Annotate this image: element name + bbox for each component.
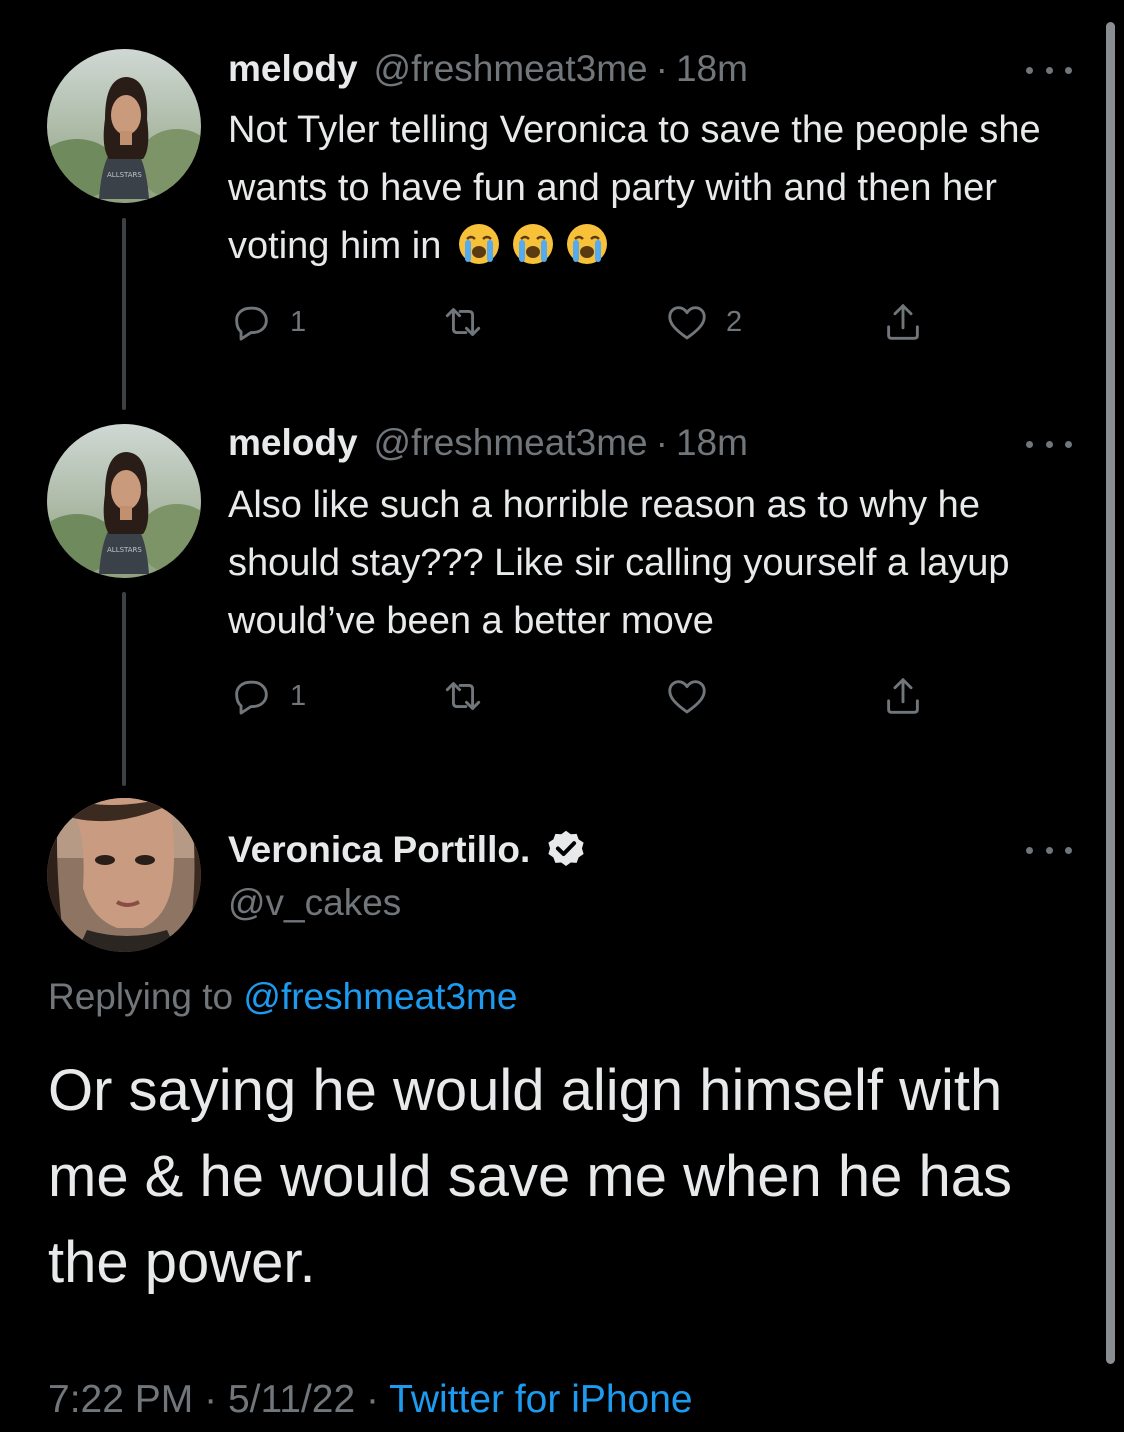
timestamp[interactable]: 18m — [676, 48, 748, 90]
tweet-text-content: Not Tyler telling Veronica to save the p… — [228, 109, 1041, 267]
timestamp[interactable]: 18m — [676, 422, 748, 464]
avatar[interactable]: ALLSTARS — [47, 424, 201, 578]
display-name[interactable]: melody — [228, 48, 358, 90]
share-icon — [887, 678, 919, 714]
avatar[interactable]: ALLSTARS — [47, 49, 201, 203]
scrollbar[interactable] — [1106, 22, 1115, 1364]
handle[interactable]: @freshmeat3me — [374, 422, 648, 464]
reply-icon — [235, 680, 268, 715]
replying-to-link[interactable]: @freshmeat3me — [243, 976, 517, 1017]
tweet-text: Also like such a horrible reason as to w… — [228, 484, 1010, 642]
replying-to: Replying to @freshmeat3me — [48, 976, 517, 1018]
reply-count: 1 — [290, 305, 307, 338]
loudly-crying-face-icon — [513, 224, 554, 264]
retweet-button[interactable] — [440, 298, 486, 346]
tweet-source-link[interactable]: Twitter for iPhone — [389, 1378, 692, 1421]
heart-icon — [668, 306, 706, 340]
retweet-icon — [445, 308, 481, 336]
share-button[interactable] — [880, 672, 926, 720]
share-icon — [887, 304, 919, 340]
main-tweet-text: Or saying he would align himself with me… — [48, 1058, 1012, 1295]
separator-dot: · — [204, 1378, 218, 1421]
avatar-melody-image: ALLSTARS — [47, 49, 201, 203]
display-name[interactable]: melody — [228, 422, 358, 464]
reply-count: 1 — [290, 679, 307, 712]
like-button[interactable] — [664, 672, 726, 720]
more-icon[interactable] — [1026, 438, 1072, 450]
more-icon[interactable] — [1026, 64, 1072, 76]
avatar[interactable] — [47, 798, 201, 952]
verified-badge-icon — [548, 830, 584, 866]
thread-line — [122, 218, 126, 410]
main-display-name[interactable]: Veronica Portillo. — [228, 828, 588, 872]
reply-icon — [235, 306, 268, 341]
avatar-veronica-image — [47, 798, 201, 952]
handle[interactable]: @freshmeat3me — [374, 48, 648, 90]
tweet-text: Not Tyler telling Veronica to save the p… — [228, 101, 1078, 275]
svg-text:ALLSTARS: ALLSTARS — [107, 546, 142, 554]
share-button[interactable] — [880, 298, 926, 346]
avatar-melody-image: ALLSTARS — [47, 424, 201, 578]
display-name[interactable]: Veronica Portillo. — [228, 829, 530, 871]
loudly-crying-face-icon — [567, 224, 608, 264]
like-count: 2 — [726, 305, 743, 338]
tweet-header: melody @freshmeat3me · 18m — [228, 48, 748, 92]
thread-line — [122, 592, 126, 786]
reply-button[interactable]: 1 — [228, 298, 306, 346]
separator-dot: · — [366, 1378, 380, 1421]
main-handle[interactable]: @v_cakes — [228, 882, 401, 924]
thread-tweet-2[interactable]: ALLSTARS melody @freshmeat3me · 18m Also… — [0, 410, 1124, 790]
svg-text:ALLSTARS: ALLSTARS — [107, 171, 142, 179]
separator-dot: · — [655, 422, 668, 463]
tweet-header: melody @freshmeat3me · 18m — [228, 422, 748, 466]
replying-prefix: Replying to — [48, 976, 234, 1017]
heart-icon — [668, 680, 706, 714]
tweet-time[interactable]: 7:22 PM — [48, 1378, 193, 1421]
loudly-crying-face-icon — [459, 224, 500, 264]
separator-dot: · — [655, 48, 668, 89]
tweet-meta: 7:22 PM · 5/11/22 · Twitter for iPhone — [48, 1378, 693, 1422]
retweet-button[interactable] — [440, 672, 486, 720]
like-button[interactable]: 2 — [664, 298, 742, 346]
thread-tweet-1[interactable]: ALLSTARS melody @freshmeat3me · 18m Not … — [0, 0, 1124, 410]
retweet-icon — [445, 682, 481, 710]
reply-button[interactable]: 1 — [228, 672, 306, 720]
more-icon[interactable] — [1026, 844, 1072, 856]
tweet-date[interactable]: 5/11/22 — [228, 1378, 355, 1421]
